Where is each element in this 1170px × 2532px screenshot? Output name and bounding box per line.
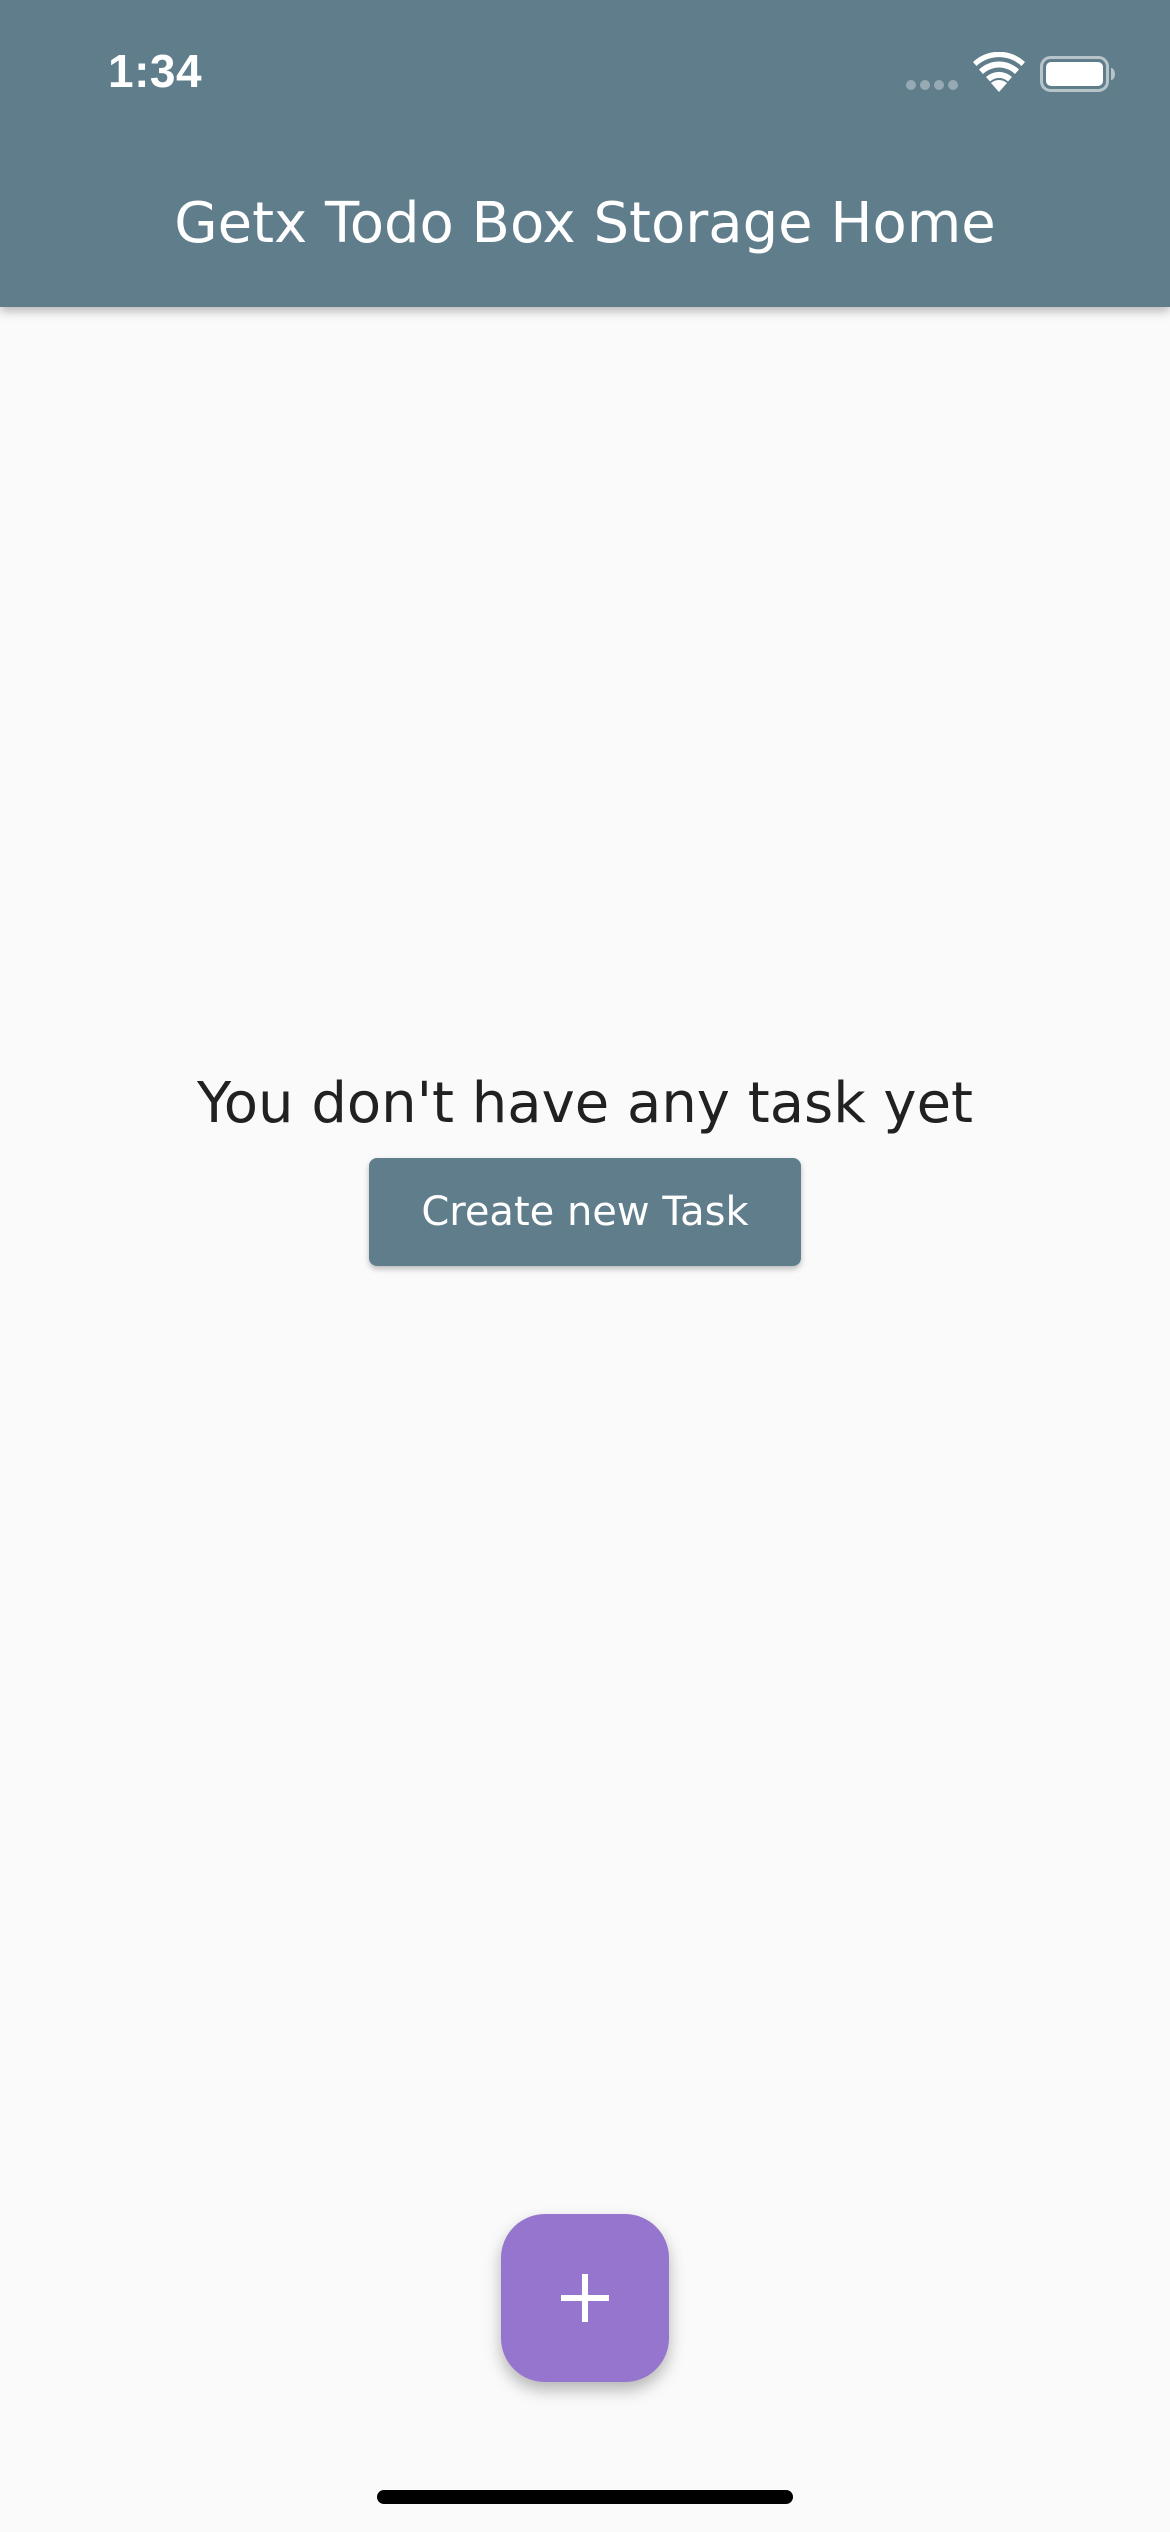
status-bar-time: 1:34	[108, 45, 203, 97]
plus-icon	[561, 2274, 609, 2322]
signal-dots-icon	[906, 80, 958, 90]
home-indicator[interactable]	[377, 2490, 793, 2504]
empty-state-message: You don't have any task yet	[197, 1071, 973, 1136]
app-bar: 1:34 Getx Todo Box Storage Home	[0, 0, 1170, 307]
page-title: Getx Todo Box Storage Home	[174, 191, 996, 256]
add-task-fab[interactable]	[501, 2214, 669, 2382]
create-task-button[interactable]: Create new Task	[369, 1158, 801, 1266]
wifi-icon	[973, 52, 1025, 92]
battery-icon	[1040, 56, 1115, 92]
